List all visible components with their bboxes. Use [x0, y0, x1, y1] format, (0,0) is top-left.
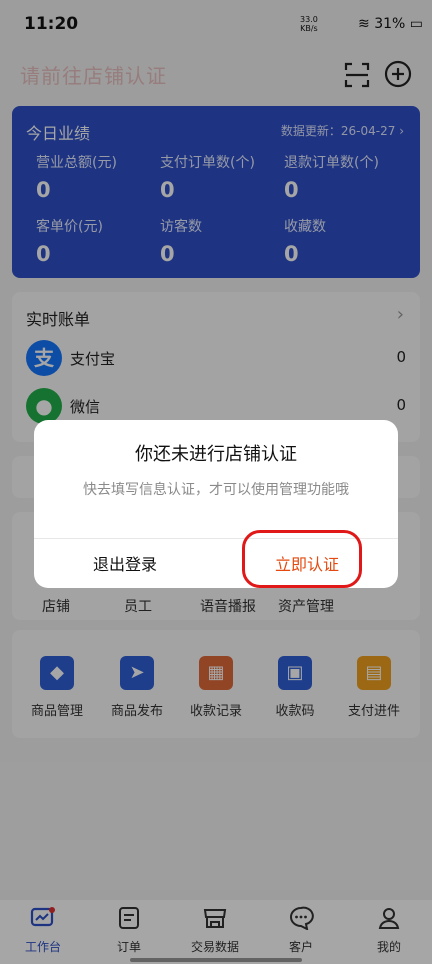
dialog-title: 你还未进行店铺认证 — [135, 444, 297, 465]
logout-button[interactable]: 退出登录 — [34, 539, 216, 588]
dialog-message: 快去填写信息认证，才可以使用管理功能哦 — [83, 482, 349, 498]
annotation-highlight — [242, 530, 362, 588]
